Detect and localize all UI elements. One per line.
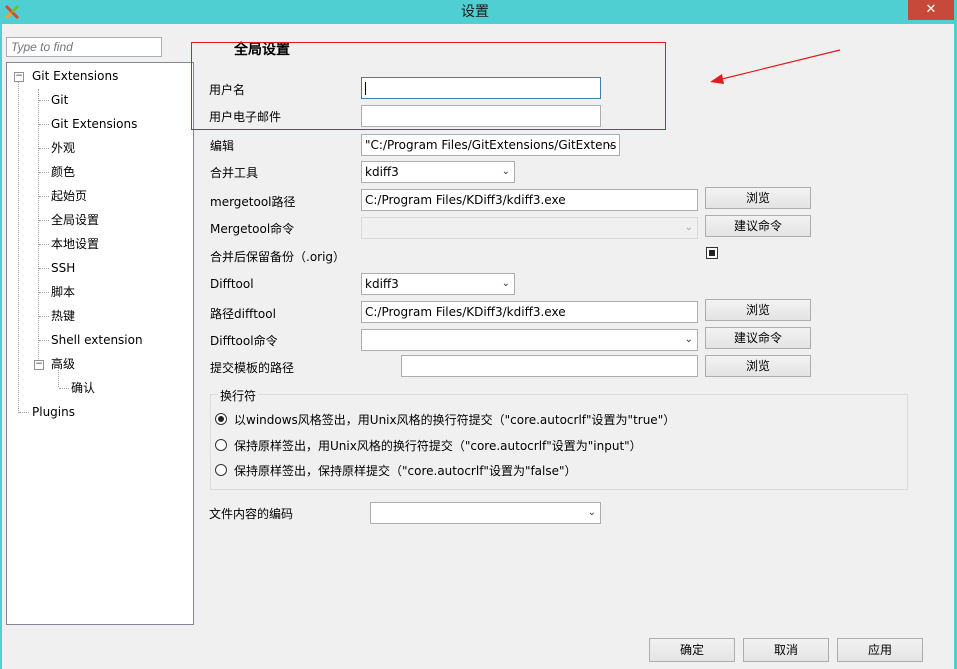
red-arrow-annotation <box>710 49 841 84</box>
